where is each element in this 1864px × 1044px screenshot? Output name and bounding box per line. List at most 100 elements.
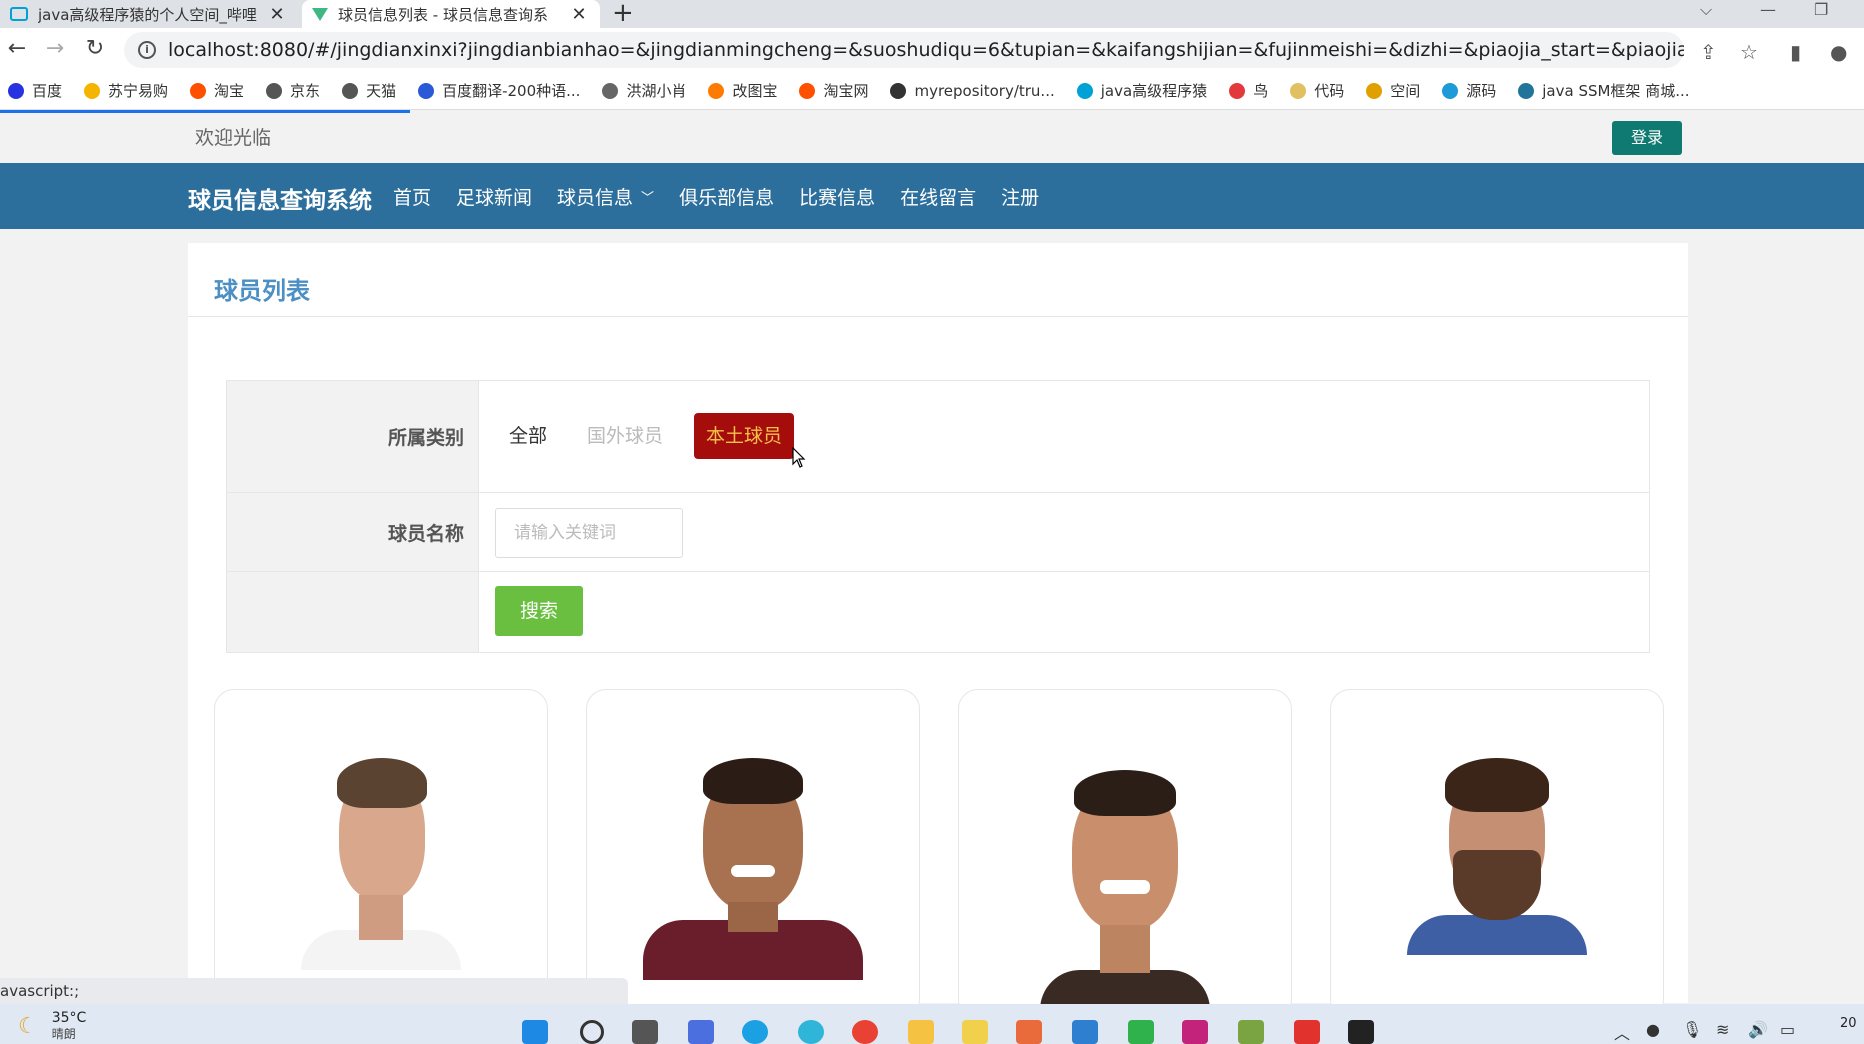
filter-table: 所属类别 全部 国外球员 本土球员 球员名称 搜索 <box>226 380 1650 653</box>
browser-tab[interactable]: java高级程序猿的个人空间_哔哩 ✕ <box>0 0 298 28</box>
bookmark-favicon-icon <box>708 82 725 99</box>
wifi-icon[interactable]: ≋ <box>1716 1020 1729 1039</box>
bookmark-favicon-icon <box>1442 82 1459 99</box>
bookmark-favicon-icon <box>190 82 207 99</box>
terminal-icon[interactable] <box>1348 1020 1374 1044</box>
close-tab-icon[interactable]: ✕ <box>568 4 590 25</box>
tray-expand-icon[interactable]: ︿ <box>1614 1020 1630 1044</box>
bookmark-item[interactable]: 洪湖小肖 <box>602 80 686 101</box>
back-icon[interactable]: ← <box>4 36 30 61</box>
empty-label-cell <box>227 572 479 652</box>
bookmark-item[interactable]: 空间 <box>1366 80 1420 101</box>
bookmark-item[interactable]: java高级程序猿 <box>1076 80 1207 101</box>
profile-icon[interactable]: ● <box>1830 40 1847 64</box>
side-panel-icon[interactable]: ▮ <box>1790 40 1801 64</box>
app-icon[interactable] <box>962 1020 988 1044</box>
site-top-bar: 欢迎光临 登录 <box>0 113 1864 163</box>
nav-home[interactable]: 首页 <box>393 183 431 210</box>
volume-icon[interactable]: 🔊 <box>1748 1020 1768 1039</box>
nav-online-message[interactable]: 在线留言 <box>900 183 976 210</box>
clock[interactable]: 20 <box>1840 1016 1857 1031</box>
app-icon[interactable] <box>1016 1020 1042 1044</box>
site-info-icon[interactable]: i <box>138 41 156 59</box>
bookmark-label: java SSM框架 商城... <box>1542 82 1690 100</box>
bookmark-favicon-icon <box>342 82 359 99</box>
folder-icon[interactable] <box>908 1020 934 1044</box>
bookmark-item[interactable]: 京东 <box>266 80 320 101</box>
app-icon[interactable] <box>1238 1020 1264 1044</box>
browser-tab-active[interactable]: 球员信息列表 - 球员信息查询系 ✕ <box>302 0 600 28</box>
bookmark-label: 京东 <box>290 82 321 100</box>
bookmark-label: 改图宝 <box>732 82 778 100</box>
task-view-icon[interactable] <box>632 1020 658 1044</box>
bookmark-star-icon[interactable]: ☆ <box>1740 40 1758 64</box>
site-brand[interactable]: 球员信息查询系统 <box>188 181 372 215</box>
url-text[interactable]: localhost:8080/#/jingdianxinxi?jingdianb… <box>168 39 1684 61</box>
nav-match-info[interactable]: 比赛信息 <box>799 183 875 210</box>
category-option-local-selected[interactable]: 本土球员 <box>694 413 795 459</box>
player-photo[interactable] <box>633 730 873 980</box>
photos-icon[interactable] <box>1072 1020 1098 1044</box>
bookmark-item[interactable]: myrepository/tru... <box>890 81 1055 100</box>
bookmarks-bar: 百度 苏宁易购 淘宝 京东 天猫 百度翻译-200种语... 洪湖小肖 改图宝 淘宝网 myrep… <box>0 72 1864 110</box>
hbuilder-icon[interactable] <box>1128 1020 1154 1044</box>
nav-football-news[interactable]: 足球新闻 <box>456 183 532 210</box>
player-card[interactable] <box>958 689 1292 1019</box>
player-photo[interactable] <box>1030 740 1220 1018</box>
bookmark-label: 淘宝 <box>214 82 245 100</box>
bookmark-item[interactable]: 代码 <box>1290 80 1344 101</box>
bookmark-item[interactable]: 苏宁易购 <box>84 80 168 101</box>
bookmark-label: 苏宁易购 <box>108 82 169 100</box>
minimize-icon[interactable]: — <box>1760 0 1776 19</box>
category-option-all[interactable]: 全部 <box>497 413 559 459</box>
keyword-input[interactable] <box>495 508 683 558</box>
player-card[interactable] <box>214 689 548 1019</box>
bookmark-label: 洪湖小肖 <box>626 82 687 100</box>
bookmark-item[interactable]: java SSM框架 商城... <box>1518 80 1690 101</box>
category-option-foreign[interactable]: 国外球员 <box>575 413 675 459</box>
player-card[interactable] <box>1330 689 1664 1019</box>
microphone-icon[interactable]: 🎙 <box>1682 1020 1702 1039</box>
new-tab-icon[interactable]: + <box>612 0 634 28</box>
reload-icon[interactable]: ↻ <box>82 36 108 61</box>
bookmark-item[interactable]: 源码 <box>1442 80 1496 101</box>
login-button[interactable]: 登录 <box>1612 121 1682 155</box>
bookmark-item[interactable]: 淘宝网 <box>799 80 868 101</box>
battery-icon[interactable]: ▭ <box>1780 1020 1795 1039</box>
address-bar-row: ← → ↻ i localhost:8080/#/jingdianxinxi?j… <box>0 28 1864 72</box>
bookmark-favicon-icon <box>1229 82 1246 99</box>
forward-icon[interactable]: → <box>42 36 68 61</box>
bookmark-item[interactable]: 淘宝 <box>190 80 244 101</box>
bookmark-label: myrepository/tru... <box>914 81 1055 100</box>
bookmark-favicon-icon <box>418 82 435 99</box>
bookmark-item[interactable]: 天猫 <box>342 80 396 101</box>
restore-icon[interactable]: ❐ <box>1814 0 1828 19</box>
edge-icon[interactable] <box>742 1020 768 1044</box>
url-bar[interactable]: i localhost:8080/#/jingdianxinxi?jingdia… <box>124 32 1684 68</box>
weather-widget[interactable]: ☾ 35°C 晴朗 <box>18 1010 86 1042</box>
player-photo[interactable] <box>1397 730 1597 960</box>
bookmark-item[interactable]: 百度 <box>8 80 62 101</box>
bookmark-item[interactable]: 改图宝 <box>708 80 777 101</box>
ie-icon[interactable] <box>798 1020 824 1044</box>
player-card[interactable] <box>586 689 920 1019</box>
intellij-icon[interactable] <box>1182 1020 1208 1044</box>
tab-search-icon[interactable]: ⌵ <box>1700 0 1712 20</box>
qq-icon[interactable]: ● <box>1646 1020 1660 1039</box>
bookmark-item[interactable]: 鸟 <box>1229 80 1268 101</box>
share-icon[interactable]: ⇪ <box>1700 40 1717 64</box>
nav-club-info[interactable]: 俱乐部信息 <box>679 183 774 210</box>
search-icon[interactable] <box>580 1020 604 1044</box>
bookmark-favicon-icon <box>890 82 907 99</box>
nav-register[interactable]: 注册 <box>1001 183 1039 210</box>
bookmark-label: 源码 <box>1466 82 1497 100</box>
wps-icon[interactable] <box>1294 1020 1320 1044</box>
player-photo[interactable] <box>301 730 461 970</box>
app-icon[interactable] <box>688 1020 714 1044</box>
nav-player-info[interactable]: 球员信息 ﹀ <box>557 183 654 210</box>
search-button[interactable]: 搜索 <box>495 586 583 636</box>
chrome-icon[interactable] <box>852 1020 878 1044</box>
start-icon[interactable] <box>522 1020 548 1044</box>
close-tab-icon[interactable]: ✕ <box>266 4 288 25</box>
bookmark-item[interactable]: 百度翻译-200种语... <box>418 80 580 101</box>
